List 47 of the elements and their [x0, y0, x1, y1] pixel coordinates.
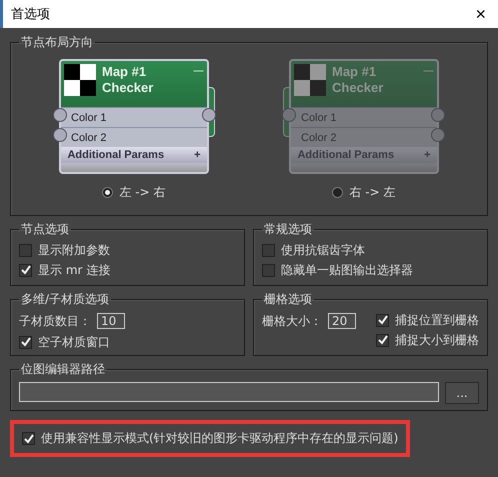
number-field[interactable]: 20 — [328, 313, 356, 329]
node-title: Map #1 — [332, 64, 378, 80]
expand-toggle[interactable]: + — [194, 149, 200, 161]
radio-option[interactable]: 左 -> 右 — [102, 184, 166, 201]
field-label: 栅格大小： — [262, 312, 322, 330]
checker-icon — [294, 64, 326, 96]
path-field[interactable] — [19, 382, 439, 402]
checkbox[interactable] — [262, 264, 275, 276]
number-field[interactable]: 10 — [97, 313, 125, 329]
group-title: 位图编辑器路径 — [20, 361, 106, 378]
input-port[interactable] — [53, 128, 67, 142]
node-type: Checker — [102, 80, 154, 96]
group-title: 常规选项 — [263, 221, 313, 238]
rollout-label[interactable]: Additional Params — [67, 149, 164, 161]
collapse-toggle[interactable]: — — [193, 64, 204, 77]
checkbox-label: 隐藏单一贴图输出选择器 — [281, 262, 413, 278]
checkbox-label: 显示附加参数 — [38, 242, 110, 258]
checkbox[interactable] — [19, 336, 32, 348]
checkbox-label: 空子材质窗口 — [38, 334, 110, 350]
slot-label: Color 2 — [291, 127, 437, 147]
checkbox-label: 捕捉位置到栅格 — [395, 312, 479, 328]
group-title: 节点布局方向 — [20, 34, 94, 51]
checkbox[interactable] — [22, 432, 35, 445]
radio-option[interactable]: 右 -> 左 — [332, 184, 396, 201]
checkbox[interactable] — [19, 244, 32, 256]
close-button[interactable]: × — [471, 4, 490, 24]
node-type: Checker — [332, 80, 384, 96]
checker-icon — [64, 64, 96, 96]
group-title: 节点选项 — [20, 221, 70, 238]
checkbox-label: 显示 mr 连接 — [38, 262, 110, 278]
group-title: 多维/子材质选项 — [20, 291, 110, 308]
resize-grip[interactable] — [291, 163, 437, 172]
checkbox[interactable] — [19, 264, 32, 276]
slot-label: Color 1 — [291, 107, 437, 127]
checkbox[interactable] — [376, 314, 389, 326]
resize-grip[interactable] — [61, 163, 207, 172]
node-title: Map #1 — [102, 64, 148, 80]
checkbox[interactable] — [376, 334, 389, 346]
window-title: 首选项 — [11, 6, 50, 23]
checkbox[interactable] — [262, 244, 275, 256]
checkbox-label: 捕捉大小到栅格 — [395, 332, 479, 348]
checkbox-label: 使用抗锯齿字体 — [281, 242, 365, 258]
browse-button[interactable]: ... — [445, 382, 479, 404]
group-title: 栅格选项 — [263, 291, 313, 308]
checkbox-label: 使用兼容性显示模式(针对较旧的图形卡驱动程序中存在的显示问题) — [41, 430, 398, 447]
field-label: 子材质数目： — [19, 312, 91, 330]
input-port[interactable] — [53, 108, 67, 122]
